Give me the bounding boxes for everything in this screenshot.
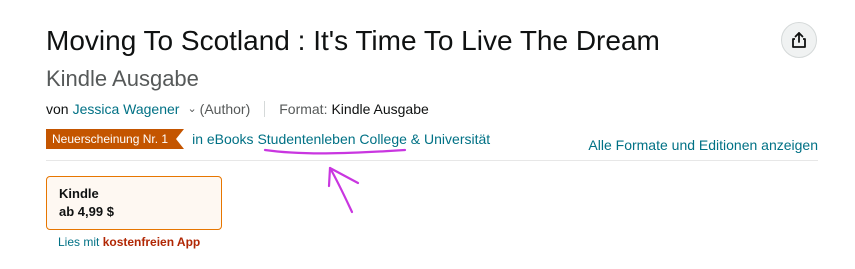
swatch-price: ab 4,99 $ [59, 204, 114, 219]
byline-divider [264, 101, 266, 117]
author-role: (Author) [199, 101, 251, 117]
annotation-underline [263, 148, 407, 155]
read-app-prefix[interactable]: Lies mit [58, 235, 99, 249]
product-title: Moving To Scotland : It's Time To Live T… [46, 25, 660, 56]
annotation-arrowhead [327, 166, 360, 188]
read-with-app: Lies mit kostenfreien App [58, 235, 200, 249]
annotation-arrow [328, 166, 354, 214]
format-value: Kindle Ausgabe [331, 101, 429, 117]
format-label: Format: [279, 101, 328, 117]
byline-prefix: von [46, 101, 69, 117]
share-icon [792, 32, 806, 48]
product-subtitle: Kindle Ausgabe [46, 66, 199, 91]
chevron-down-icon[interactable]: ⌄ [187, 99, 196, 119]
author-link[interactable]: Jessica Wagener [73, 99, 180, 119]
section-divider [46, 160, 818, 161]
new-release-badge[interactable]: Neuerscheinung Nr. 1 [46, 129, 185, 149]
all-formats-link[interactable]: Alle Formate und Editionen anzeigen [588, 137, 818, 153]
badge-category-link[interactable]: in eBooks Studentenleben College & Unive… [192, 131, 490, 147]
swatch-format: Kindle [59, 186, 99, 201]
bestseller-badge-row: Neuerscheinung Nr. 1 in eBooks Studenten… [46, 129, 490, 149]
format-swatch-kindle[interactable]: Kindle ab 4,99 $ [46, 176, 222, 230]
byline: von Jessica Wagener ⌄ (Author) Format: K… [46, 99, 429, 119]
share-button[interactable] [781, 22, 817, 58]
free-app-link[interactable]: kostenfreien App [103, 235, 201, 249]
